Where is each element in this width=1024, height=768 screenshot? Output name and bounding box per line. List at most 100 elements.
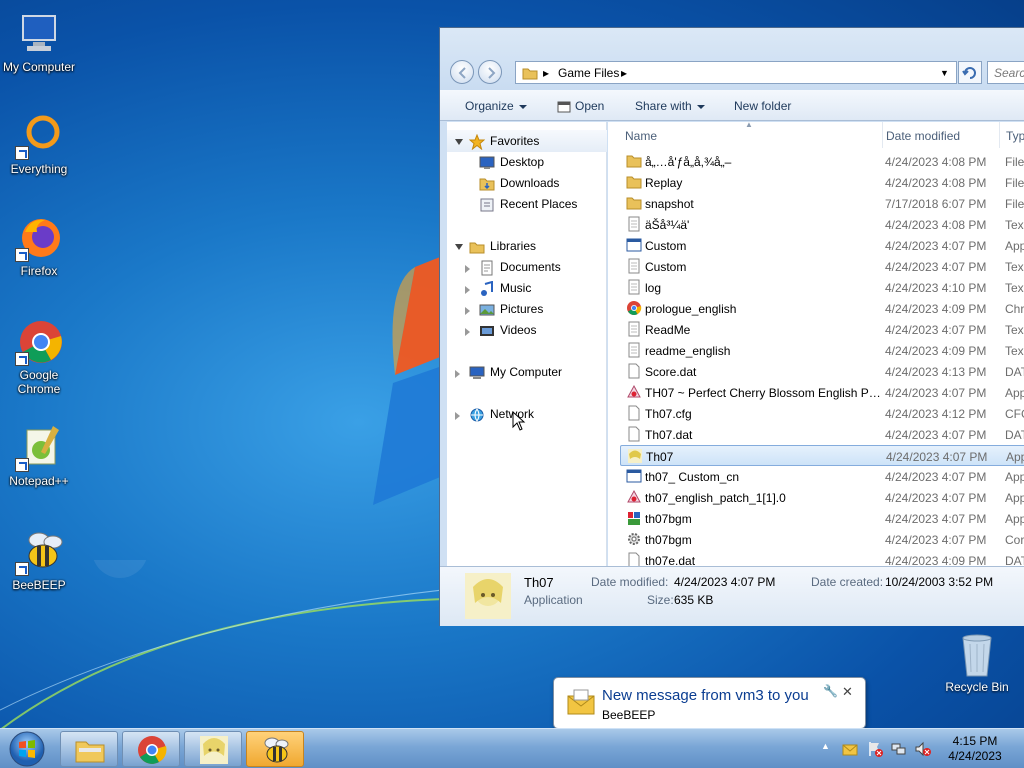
file-row[interactable]: th07bgm 4/24/2023 4:07 PM Cor <box>620 529 1024 550</box>
collapsed-arrow-icon[interactable] <box>465 265 470 273</box>
desktop-icon-recycle-bin[interactable]: Recycle Bin <box>940 630 1014 694</box>
collapsed-arrow-icon[interactable] <box>465 307 470 315</box>
chevron-down-icon <box>696 104 705 109</box>
system-clock[interactable]: 4:15 PM 4/24/2023 <box>940 734 1010 764</box>
explorer-window[interactable]: ▸ Game Files ▸ ▼ Search Organize Open Sh… <box>439 27 1024 626</box>
file-date: 4/24/2023 4:09 PM <box>885 302 987 316</box>
taskbar-th07[interactable] <box>184 731 242 767</box>
patch-file-icon <box>627 384 641 398</box>
open-button[interactable]: Open <box>557 99 604 114</box>
organize-button[interactable]: Organize <box>465 99 527 113</box>
file-row[interactable]: log 4/24/2023 4:10 PM Tex <box>620 277 1024 298</box>
blank-file-icon <box>628 405 640 421</box>
file-row[interactable]: Custom 4/24/2023 4:07 PM App <box>620 235 1024 256</box>
file-row[interactable]: ReadMe 4/24/2023 4:07 PM Tex <box>620 319 1024 340</box>
address-dropdown-icon[interactable]: ▼ <box>940 68 949 78</box>
nav-videos[interactable]: Videos <box>465 323 536 343</box>
chrome-icon <box>15 318 63 366</box>
start-button[interactable] <box>4 730 50 768</box>
column-header-date[interactable]: Date modified <box>886 122 1000 148</box>
nav-libraries[interactable]: Libraries <box>455 239 536 259</box>
command-bar: Organize Open Share with New folder <box>440 90 1024 121</box>
wrench-icon[interactable]: 🔧 <box>823 684 838 698</box>
bee-icon <box>264 737 289 763</box>
nav-favorites[interactable]: Favorites <box>455 134 539 154</box>
close-button[interactable]: ✕ <box>842 684 853 700</box>
taskbar-explorer[interactable] <box>60 731 118 767</box>
file-row[interactable]: snapshot 7/17/2018 6:07 PM File <box>620 193 1024 214</box>
network-tray-icon[interactable] <box>891 741 907 757</box>
window-chrome: ▸ Game Files ▸ ▼ Search <box>440 28 1024 90</box>
address-bar[interactable]: ▸ Game Files ▸ ▼ <box>515 61 957 84</box>
navigation-pane[interactable]: Favorites Desktop Downloads Recent Place… <box>447 122 607 566</box>
notification-balloon[interactable]: New message from vm3 to you BeeBEEP 🔧 ✕ <box>553 677 866 740</box>
expand-arrow-icon[interactable] <box>455 244 463 250</box>
nav-music[interactable]: Music <box>465 281 531 301</box>
nav-my-computer[interactable]: My Computer <box>455 365 562 385</box>
file-name: snapshot <box>645 197 694 211</box>
file-row[interactable]: Replay 4/24/2023 4:08 PM File <box>620 172 1024 193</box>
file-row[interactable]: readme_english 4/24/2023 4:09 PM Tex <box>620 340 1024 361</box>
file-list[interactable]: Name ▲ Date modified Typ å„…å'ƒå„å,¾å„– 4… <box>608 122 1024 566</box>
desktop-icon-chrome[interactable]: Google Chrome <box>0 318 78 396</box>
file-type: App <box>1005 239 1024 253</box>
breadcrumb-item[interactable]: Game Files <box>558 66 619 80</box>
file-row[interactable]: Custom 4/24/2023 4:07 PM Tex <box>620 256 1024 277</box>
window-icon <box>557 101 571 113</box>
desktop-icon-label: Recycle Bin <box>945 680 1009 694</box>
desktop-icon-notepadpp[interactable]: Notepad++ <box>0 424 78 488</box>
beebeep-tray-envelope-icon[interactable] <box>842 741 858 757</box>
column-header-name[interactable]: Name ▲ <box>625 122 883 148</box>
desktop-icon-my-computer[interactable]: My Computer <box>0 10 78 74</box>
file-row[interactable]: å„…å'ƒå„å,¾å„– 4/24/2023 4:08 PM File <box>620 151 1024 172</box>
file-date: 4/24/2023 4:09 PM <box>885 554 987 566</box>
collapsed-arrow-icon[interactable] <box>465 328 470 336</box>
file-row[interactable]: äŠå³¼ä' 4/24/2023 4:08 PM Tex <box>620 214 1024 235</box>
file-row[interactable]: Th07.dat 4/24/2023 4:07 PM DAT <box>620 424 1024 445</box>
chrome-icon <box>138 736 167 764</box>
search-input[interactable]: Search <box>987 61 1024 84</box>
file-row[interactable]: th07bgm 4/24/2023 4:07 PM App <box>620 508 1024 529</box>
nav-downloads[interactable]: Downloads <box>479 176 559 196</box>
file-row[interactable]: th07e.dat 4/24/2023 4:09 PM DAT <box>620 550 1024 566</box>
breadcrumb-separator-icon: ▸ <box>543 66 550 80</box>
nav-recent-places[interactable]: Recent Places <box>479 197 577 217</box>
desktop-icon-beebeep[interactable]: BeeBEEP <box>0 528 78 592</box>
file-row[interactable]: TH07 ~ Perfect Cherry Blossom English Pa… <box>620 382 1024 403</box>
collapsed-arrow-icon[interactable] <box>465 286 470 294</box>
file-date: 4/24/2023 4:07 PM <box>885 512 987 526</box>
taskbar-beebeep[interactable] <box>246 731 304 767</box>
details-pane: Th07 Application Date modified: 4/24/202… <box>440 566 1024 626</box>
file-row[interactable]: Th07.cfg 4/24/2023 4:12 PM CFG <box>620 403 1024 424</box>
refresh-button[interactable] <box>958 61 982 84</box>
nav-pictures[interactable]: Pictures <box>465 302 543 322</box>
show-hidden-icons-button[interactable]: ▲ <box>821 741 830 751</box>
desktop-icon-firefox[interactable]: Firefox <box>0 214 78 278</box>
desktop-icon-everything[interactable]: Everything <box>0 112 78 176</box>
expand-arrow-icon[interactable] <box>455 139 463 145</box>
taskbar: ▲ 4:15 PM 4/24/2023 <box>0 728 1024 768</box>
taskbar-chrome[interactable] <box>122 731 180 767</box>
file-type: App <box>1006 450 1024 464</box>
file-date: 4/24/2023 4:08 PM <box>885 176 987 190</box>
downloads-folder-icon <box>479 178 495 191</box>
action-center-flag-icon[interactable] <box>867 741 883 757</box>
file-row[interactable]: prologue_english 4/24/2023 4:09 PM Chr <box>620 298 1024 319</box>
volume-muted-icon[interactable] <box>915 741 931 757</box>
nav-documents[interactable]: Documents <box>465 260 561 280</box>
share-with-button[interactable]: Share with <box>635 99 705 113</box>
computer-icon <box>469 366 485 379</box>
back-button[interactable] <box>450 60 474 84</box>
file-row[interactable]: th07_ Custom_cn 4/24/2023 4:07 PM App <box>620 466 1024 487</box>
file-row[interactable]: Th07 4/24/2023 4:07 PM App <box>620 445 1024 466</box>
collapsed-arrow-icon[interactable] <box>455 412 460 420</box>
collapsed-arrow-icon[interactable] <box>455 370 460 378</box>
column-header-type[interactable]: Typ <box>1006 122 1024 148</box>
file-row[interactable]: Score.dat 4/24/2023 4:13 PM DAT <box>620 361 1024 382</box>
file-row[interactable]: th07_english_patch_1[1].0 4/24/2023 4:07 … <box>620 487 1024 508</box>
nav-desktop[interactable]: Desktop <box>479 155 544 175</box>
forward-button[interactable] <box>478 60 502 84</box>
file-date: 4/24/2023 4:07 PM <box>885 239 987 253</box>
file-date: 4/24/2023 4:07 PM <box>885 260 987 274</box>
new-folder-button[interactable]: New folder <box>734 99 791 113</box>
